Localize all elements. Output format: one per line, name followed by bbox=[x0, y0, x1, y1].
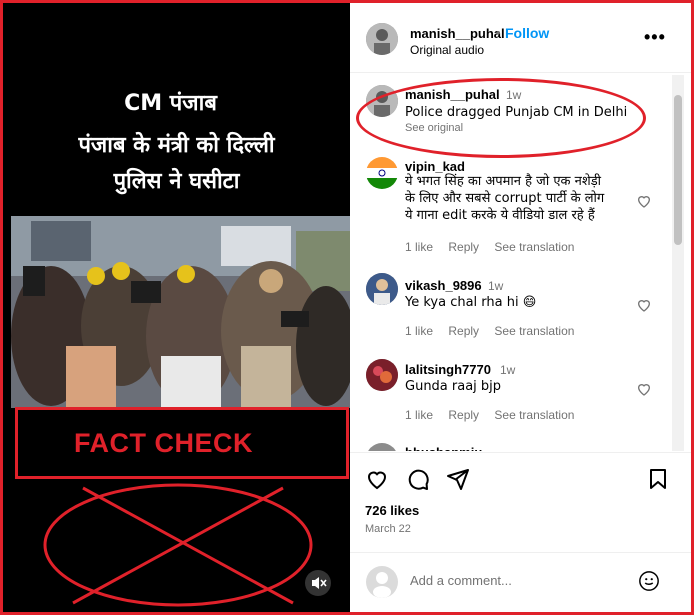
comment-icon[interactable] bbox=[406, 467, 430, 491]
post-sidebar: manish__puhal • Follow Original audio ••… bbox=[350, 3, 691, 612]
comment-username[interactable]: vikash_9896 bbox=[405, 278, 482, 293]
comment-text: Ye kya chal rha hi 😄 bbox=[405, 295, 537, 310]
reply-button[interactable]: Reply bbox=[448, 408, 479, 422]
comment-meta: 1 like Reply See translation bbox=[405, 408, 586, 422]
comment-likes[interactable]: 1 like bbox=[405, 240, 433, 254]
see-translation-link[interactable]: See translation bbox=[494, 324, 574, 338]
more-options-button[interactable]: ••• bbox=[644, 27, 666, 48]
avatar[interactable] bbox=[366, 443, 398, 451]
mute-icon bbox=[312, 577, 327, 589]
avatar[interactable] bbox=[366, 359, 398, 391]
avatar[interactable] bbox=[366, 273, 398, 305]
mute-button[interactable] bbox=[305, 570, 331, 596]
audio-label[interactable]: Original audio bbox=[410, 43, 484, 57]
comment-text-line1: ये भगत सिंह का अपमान है जो एक नशेड़ी bbox=[405, 174, 602, 189]
video-panel[interactable]: CM पंजाब पंजाब के मंत्री को दिल्ली पुलिस… bbox=[3, 3, 350, 612]
video-title-line3: पुलिस ने घसीटा bbox=[113, 169, 240, 194]
bookmark-icon[interactable] bbox=[646, 467, 670, 491]
scrollbar-thumb[interactable] bbox=[674, 95, 682, 245]
like-comment-icon[interactable] bbox=[636, 297, 652, 313]
comment-username[interactable]: lalitsingh7770 bbox=[405, 362, 491, 377]
comment-text: Gunda raaj bjp bbox=[405, 379, 502, 394]
fact-check-box: FACT CHECK bbox=[15, 407, 349, 479]
comment-time: 1w bbox=[488, 279, 504, 293]
comment-likes[interactable]: 1 like bbox=[405, 408, 433, 422]
follow-button[interactable]: Follow bbox=[505, 25, 549, 41]
share-icon[interactable] bbox=[446, 467, 470, 491]
comment-meta: 1 like Reply See translation bbox=[405, 324, 586, 338]
separator-dot: • bbox=[496, 25, 501, 40]
fact-check-label: FACT CHECK bbox=[74, 428, 253, 458]
video-title-line2: पंजाब के मंत्री को दिल्ली bbox=[78, 133, 275, 158]
avatar[interactable] bbox=[366, 23, 398, 55]
comment-username[interactable]: bhushanmju bbox=[405, 445, 482, 451]
likes-count[interactable]: 726 likes bbox=[365, 503, 419, 518]
reply-button[interactable]: Reply bbox=[448, 324, 479, 338]
comments-scrollbar[interactable] bbox=[672, 75, 684, 451]
avatar[interactable] bbox=[366, 157, 398, 189]
post-date: March 22 bbox=[365, 523, 411, 535]
comment-username[interactable]: vipin_kad bbox=[405, 159, 465, 174]
heart-icon[interactable] bbox=[365, 467, 389, 491]
post-username[interactable]: manish__puhal bbox=[410, 26, 505, 41]
crowd-photo bbox=[11, 216, 350, 408]
comment-text-line3: ये गाना edit करके ये वीडियो डाल रहे हैं bbox=[405, 208, 595, 223]
comment-likes[interactable]: 1 like bbox=[405, 324, 433, 338]
post-header: manish__puhal • Follow Original audio ••… bbox=[350, 3, 691, 73]
see-translation-link[interactable]: See translation bbox=[494, 408, 574, 422]
add-comment-input[interactable]: Add a comment... bbox=[410, 573, 512, 588]
reply-button[interactable]: Reply bbox=[448, 240, 479, 254]
caption-highlight-oval bbox=[356, 78, 646, 158]
add-comment-bar: Add a comment... bbox=[350, 552, 691, 612]
comment-text-line2: के लिए और सबसे corrupt पार्टी के लोग bbox=[405, 191, 605, 206]
like-comment-icon[interactable] bbox=[636, 381, 652, 397]
post-actions: 726 likes March 22 bbox=[350, 452, 691, 552]
red-cross-mark bbox=[43, 483, 313, 607]
comment-meta: 1 like Reply See translation bbox=[405, 240, 586, 254]
video-title-line1: CM पंजाब bbox=[124, 91, 217, 116]
avatar bbox=[366, 566, 398, 598]
emoji-icon[interactable] bbox=[638, 570, 660, 592]
comment-time: 1w bbox=[500, 363, 516, 377]
like-comment-icon[interactable] bbox=[636, 193, 652, 209]
see-translation-link[interactable]: See translation bbox=[494, 240, 574, 254]
